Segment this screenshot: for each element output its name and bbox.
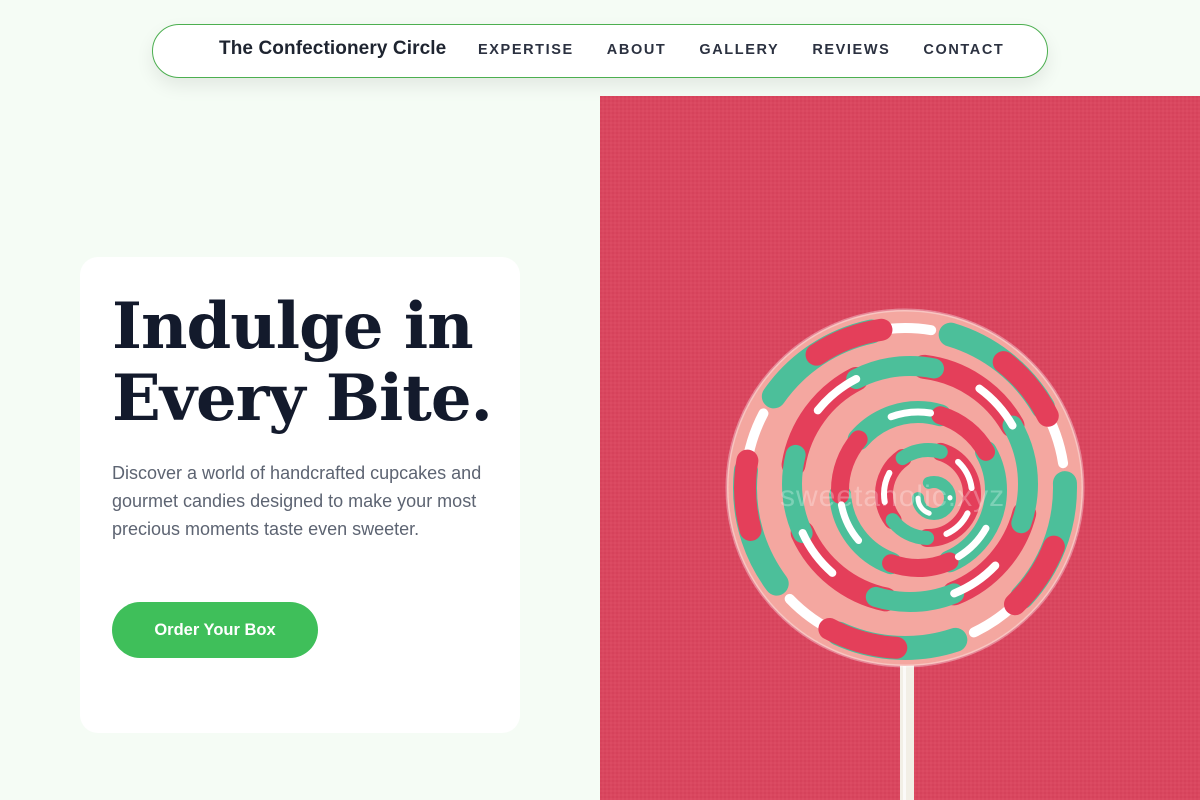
- hero-card: Indulge in Every Bite. Discover a world …: [80, 257, 520, 733]
- image-watermark: sweetaholic.xyz: [780, 480, 1006, 513]
- lollipop-photo: sweetaholic.xyz: [600, 96, 1200, 800]
- hero-title-line-2: Every Bite.: [112, 361, 493, 436]
- hero-description: Discover a world of handcrafted cupcakes…: [112, 463, 482, 539]
- nav-link-about[interactable]: ABOUT: [607, 42, 667, 58]
- nav-links: EXPERTISE ABOUT GALLERY REVIEWS CONTACT: [478, 42, 1004, 58]
- lollipop-illustration: [600, 96, 1200, 800]
- hero-title: Indulge in Every Bite.: [112, 291, 512, 435]
- navbar: The Confectionery Circle EXPERTISE ABOUT…: [152, 24, 1048, 78]
- nav-link-reviews[interactable]: REVIEWS: [812, 42, 890, 58]
- brand-logo-text[interactable]: The Confectionery Circle: [219, 38, 446, 60]
- lollipop-stick: [900, 646, 914, 800]
- nav-link-contact[interactable]: CONTACT: [923, 42, 1004, 58]
- order-your-box-button[interactable]: Order Your Box: [112, 602, 318, 658]
- nav-link-expertise[interactable]: EXPERTISE: [478, 42, 574, 58]
- hero-title-line-1: Indulge in: [112, 289, 474, 364]
- nav-link-gallery[interactable]: GALLERY: [699, 42, 779, 58]
